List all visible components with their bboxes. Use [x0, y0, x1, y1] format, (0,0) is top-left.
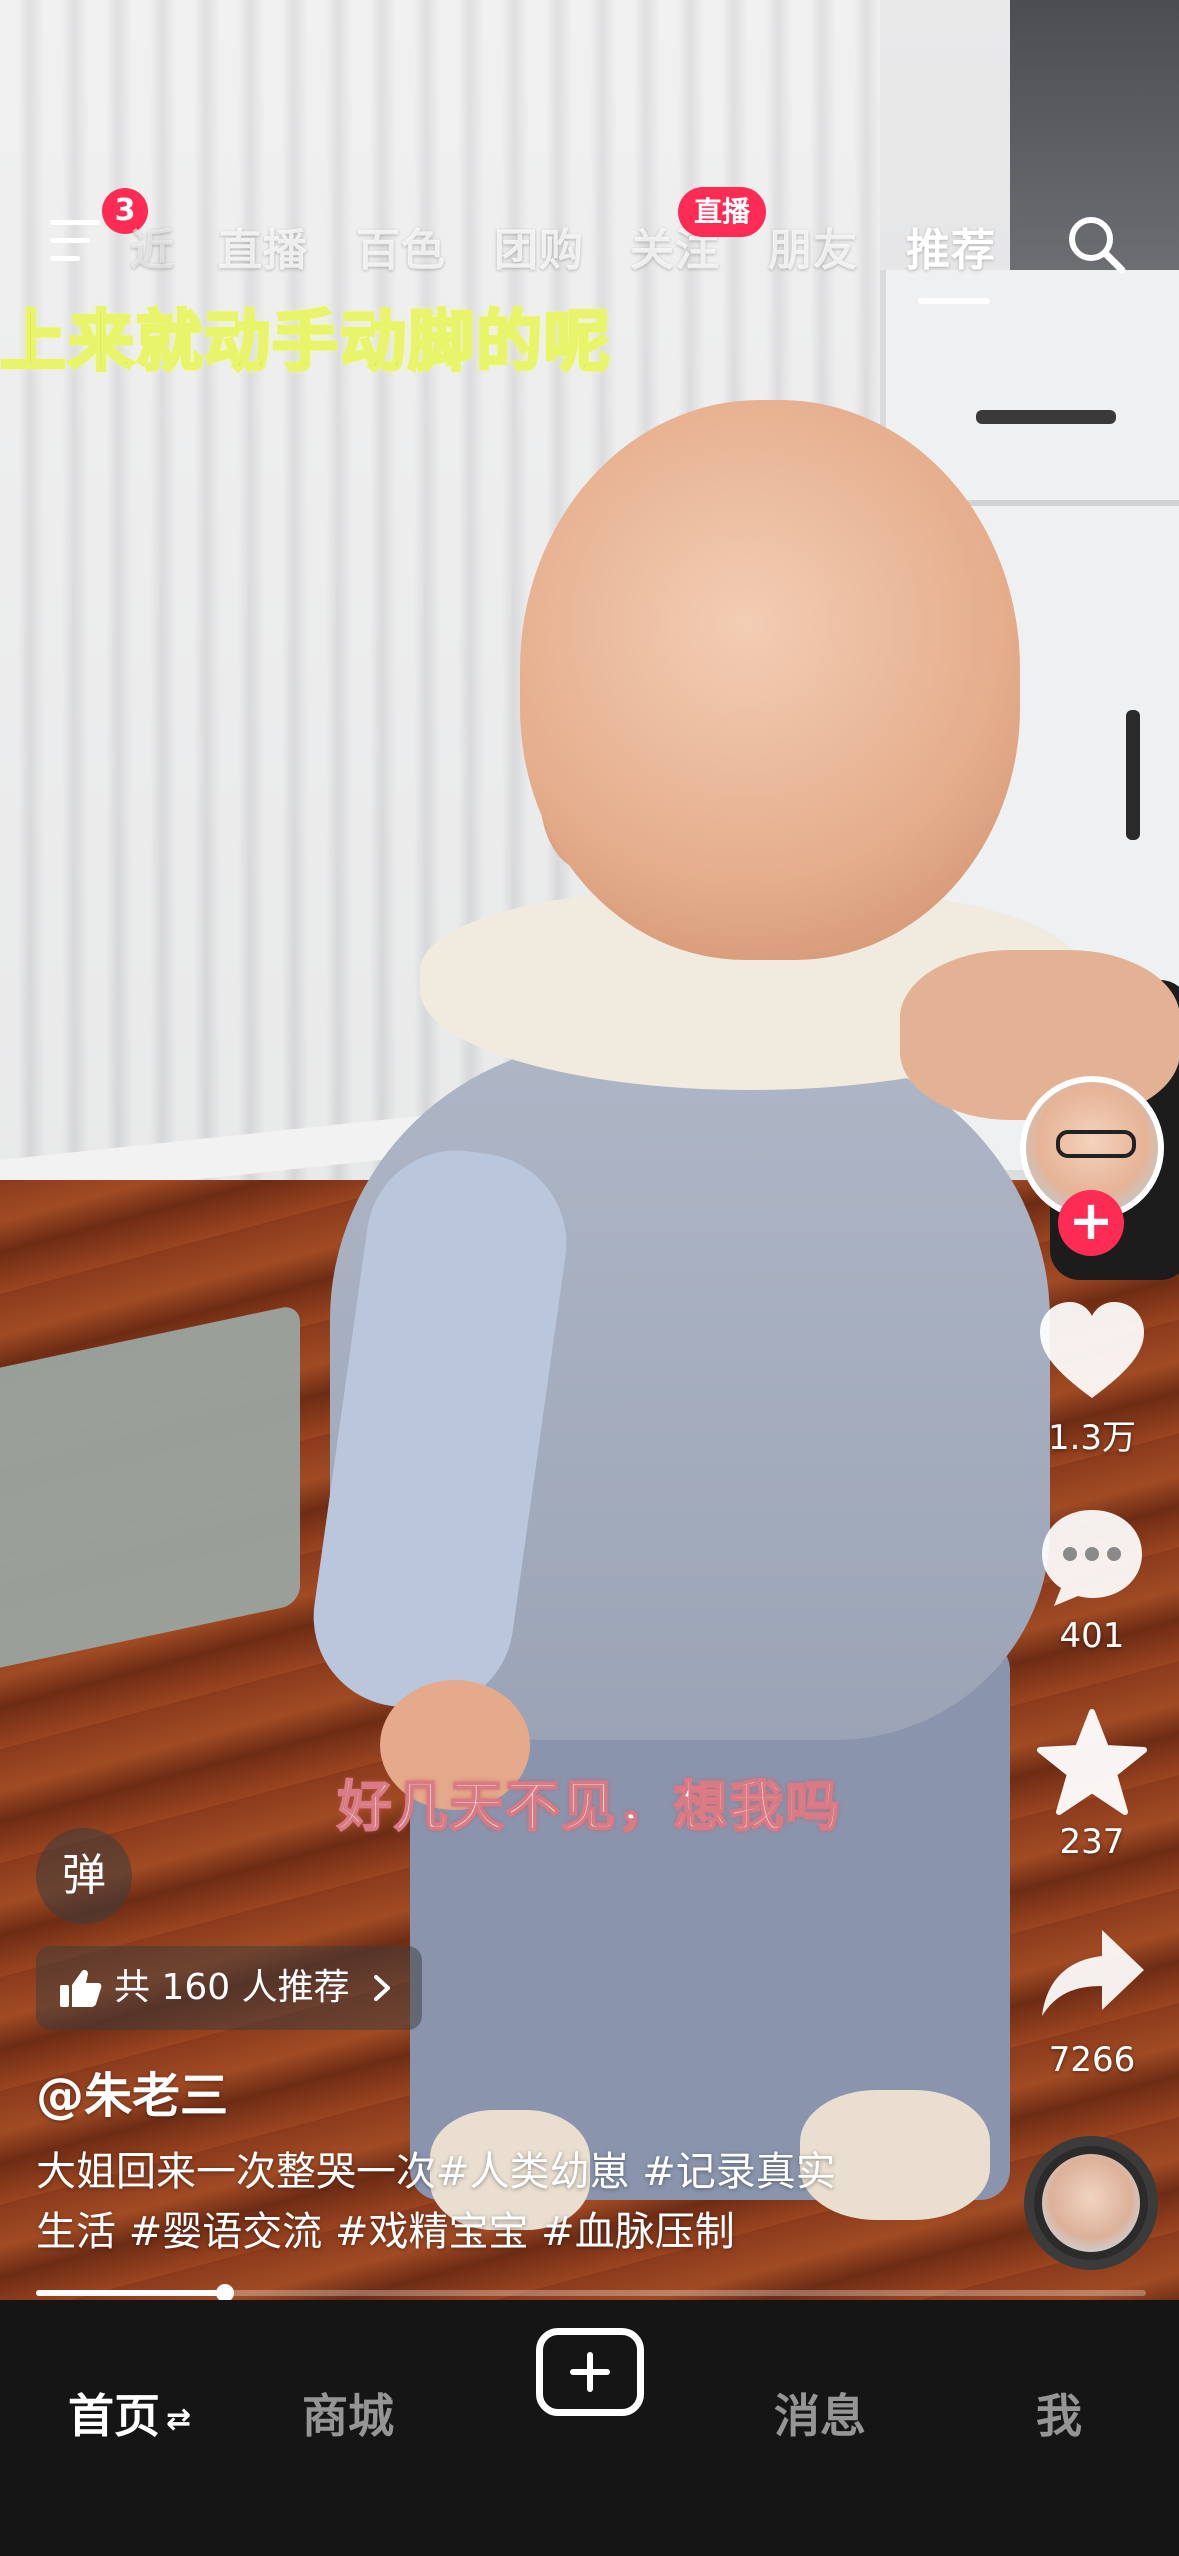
baby-head [520, 400, 1020, 960]
chevron-right-icon [373, 1975, 390, 2001]
nav-home-label: 首页 [68, 2389, 160, 2443]
tab-friends[interactable]: 朋友 [768, 214, 858, 278]
create-plus-icon[interactable] [536, 2328, 644, 2416]
tab-group-buy[interactable]: 团购 [494, 214, 584, 278]
favorite-count: 237 [1059, 1822, 1125, 1862]
tab-hidden-fragment[interactable]: 近 [130, 214, 175, 278]
nav-home[interactable]: 首页 ⇄ [68, 2380, 191, 2446]
like-count: 1.3万 [1047, 1418, 1137, 1458]
video-feed-screen: 上来就动手动脚的呢 3 近 直播 百色 团购 关注 直播 朋友 推荐 好几天不见… [0, 0, 1179, 2556]
recommend-count-text: 共 160 人推荐 [114, 1967, 350, 2008]
share-icon[interactable] [1034, 1920, 1150, 2030]
description-line-2: 生活 #婴语交流 #戏精宝宝 #血脉压制 [36, 2209, 735, 2255]
video-progress-bar[interactable] [36, 2284, 1146, 2302]
tab-baise[interactable]: 百色 [356, 214, 446, 278]
progress-fill [36, 2290, 225, 2296]
tab-live[interactable]: 直播 [218, 214, 308, 278]
search-icon[interactable] [1064, 212, 1128, 276]
thumbs-up-icon [60, 1970, 102, 2007]
nav-me[interactable]: 我 [1036, 2380, 1082, 2446]
recommend-count-pill[interactable]: 共 160 人推荐 [36, 1946, 422, 2030]
author-name[interactable]: @朱老三 [36, 2056, 228, 2126]
active-tab-indicator [918, 298, 990, 304]
heart-icon[interactable] [1034, 1298, 1150, 1408]
share-count: 7266 [1048, 2040, 1136, 2080]
video-top-caption: 上来就动手动脚的呢 [0, 302, 612, 382]
switch-arrows-icon: ⇄ [166, 2402, 192, 2437]
menu-icon[interactable] [50, 218, 106, 262]
tab-recommended[interactable]: 推荐 [906, 214, 996, 278]
music-disc[interactable] [1024, 2136, 1158, 2270]
comment-count: 401 [1059, 1616, 1125, 1656]
description-line-1: 大姐回来一次整哭一次#人类幼崽 #记录真实 [36, 2149, 836, 2195]
danmu-toggle-button[interactable]: 弹 [36, 1828, 132, 1924]
nav-mall[interactable]: 商城 [302, 2380, 394, 2446]
comment-icon[interactable] [1034, 1502, 1150, 1612]
nav-messages[interactable]: 消息 [774, 2380, 866, 2446]
follow-plus-icon[interactable]: + [1058, 1190, 1124, 1256]
following-live-badge: 直播 [678, 187, 767, 237]
star-icon[interactable] [1034, 1708, 1150, 1818]
video-description[interactable]: 大姐回来一次整哭一次#人类幼崽 #记录真实 生活 #婴语交流 #戏精宝宝 #血脉… [36, 2142, 936, 2262]
